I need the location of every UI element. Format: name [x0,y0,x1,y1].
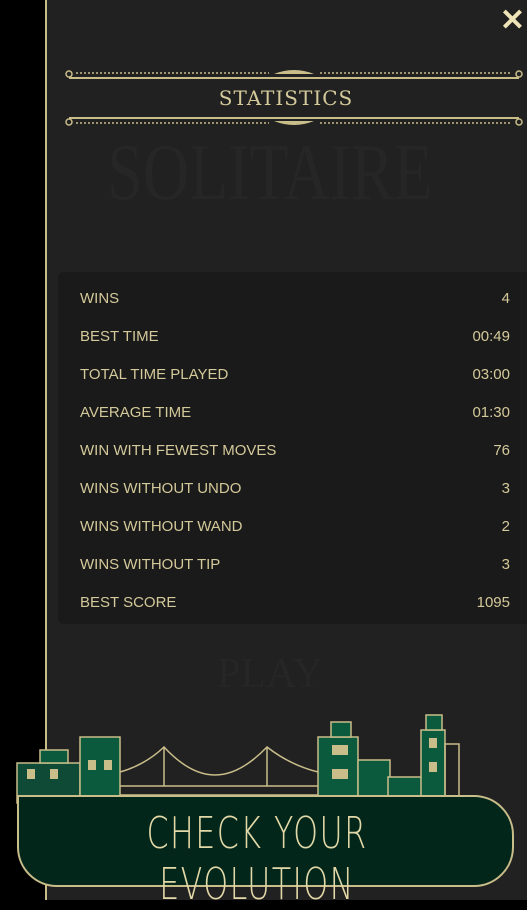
ornament-top-divider [65,70,523,79]
stat-row-without-tip: WINS WITHOUT TIP 3 [58,545,527,583]
check-evolution-button[interactable] [17,795,514,887]
stat-row-without-undo: WINS WITHOUT UNDO 3 [58,469,527,507]
stat-label: WINS WITHOUT TIP [80,555,221,573]
close-icon[interactable]: ✕ [500,6,525,36]
play-watermark: PLAY [217,651,323,697]
stats-table: WINS 4 BEST TIME 00:49 TOTAL TIME PLAYED 03… [58,272,527,624]
stat-row-total-time: TOTAL TIME PLAYED 03:00 [58,355,527,393]
stat-row-without-wand: WINS WITHOUT WAND 2 [58,507,527,545]
stat-row-wins: WINS 4 [58,279,527,317]
stat-value: 76 [493,441,510,459]
stat-label: TOTAL TIME PLAYED [80,365,229,383]
stat-row-best-time: BEST TIME 00:49 [58,317,527,355]
stat-label: WINS [80,289,120,307]
stat-row-best-score: BEST SCORE 1095 [58,583,527,621]
stat-label: BEST TIME [80,327,159,345]
stat-value: 3 [501,555,510,573]
stat-label: WIN WITH FEWEST MOVES [80,441,277,459]
stat-label: WINS WITHOUT UNDO [80,479,242,497]
page-title: STATISTICS [218,86,354,110]
ornament-bottom-divider [65,117,523,126]
stat-row-fewest-moves: WIN WITH FEWEST MOVES 76 [58,431,527,469]
stat-value: 4 [501,289,510,307]
stat-label: AVERAGE TIME [80,403,192,421]
stat-label: WINS WITHOUT WAND [80,517,243,535]
stat-value: 00:49 [472,327,510,345]
solitaire-watermark: SOLITAIRE [107,129,433,217]
stat-label: BEST SCORE [80,593,177,611]
stat-value: 1095 [476,593,510,611]
city-skyline-illustration [16,714,460,806]
stat-value: 03:00 [472,365,510,383]
stat-value: 01:30 [472,403,510,421]
stat-value: 3 [501,479,510,497]
stat-row-average-time: AVERAGE TIME 01:30 [58,393,527,431]
stat-value: 2 [501,517,510,535]
